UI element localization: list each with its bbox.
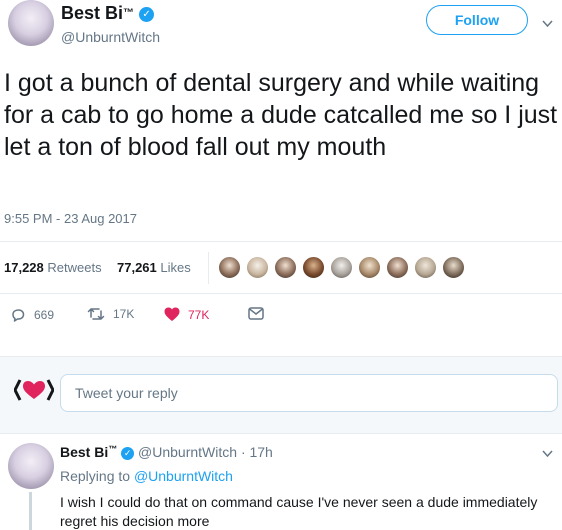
- reply-input-placeholder: Tweet your reply: [75, 385, 178, 401]
- stats-separator: [208, 252, 209, 284]
- liker-avatar[interactable]: [218, 256, 241, 279]
- replying-to-prefix: Replying to: [60, 468, 131, 484]
- divider: [0, 241, 562, 242]
- reply-icon: [10, 307, 26, 323]
- reply-author-handle[interactable]: @UnburntWitch: [138, 444, 237, 460]
- chevron-down-icon[interactable]: [541, 17, 554, 30]
- envelope-icon: [248, 307, 264, 320]
- heart-icon: [164, 307, 180, 322]
- chevron-down-icon[interactable]: [541, 447, 554, 460]
- liker-avatar[interactable]: [358, 256, 381, 279]
- reply-author-name[interactable]: Best Bi: [60, 444, 108, 460]
- liker-avatar[interactable]: [274, 256, 297, 279]
- author-display-name[interactable]: Best Bi: [61, 3, 123, 23]
- replying-to-handle[interactable]: @UnburntWitch: [134, 468, 233, 484]
- retweets-count: 17,228: [4, 260, 44, 275]
- trademark-symbol: ™: [123, 7, 135, 19]
- follow-button[interactable]: Follow: [426, 5, 528, 35]
- liker-avatar[interactable]: [386, 256, 409, 279]
- reply-author-avatar[interactable]: [8, 443, 54, 489]
- reply-text-line: I wish I could do that on command cause …: [60, 494, 538, 510]
- liker-avatar[interactable]: [246, 256, 269, 279]
- direct-message-button[interactable]: [248, 307, 264, 320]
- reply-text-line: regret his decision more: [60, 513, 210, 529]
- author-avatar[interactable]: [8, 0, 54, 46]
- like-action-button[interactable]: 77K: [164, 307, 209, 322]
- like-count: 77K: [188, 307, 210, 322]
- verified-badge-icon: ✓: [121, 446, 135, 460]
- reply-count: 669: [34, 308, 55, 322]
- likes-stat[interactable]: 77,261 Likes: [117, 260, 191, 275]
- author-handle[interactable]: @UnburntWitch: [61, 29, 160, 45]
- tweet-timestamp[interactable]: 9:55 PM - 23 Aug 2017: [4, 211, 137, 226]
- retweet-count: 17K: [113, 307, 135, 321]
- divider: [0, 293, 562, 294]
- likes-count: 77,261: [117, 260, 157, 275]
- verified-badge-icon: ✓: [139, 6, 155, 22]
- retweets-label: Retweets: [47, 260, 102, 275]
- user-avatar: [14, 378, 54, 402]
- replying-to-line: Replying to @UnburntWitch: [60, 468, 233, 484]
- retweets-stat[interactable]: 17,228 Retweets: [4, 260, 102, 275]
- liker-avatar[interactable]: [302, 256, 325, 279]
- retweet-action-button[interactable]: 17K: [87, 307, 134, 321]
- likes-label: Likes: [160, 260, 191, 275]
- tweet-text: I got a bunch of dental surgery and whil…: [4, 69, 558, 161]
- reply-thread-line: [29, 492, 32, 530]
- reply-action-button[interactable]: 669: [10, 307, 54, 323]
- reply-input[interactable]: Tweet your reply: [60, 374, 558, 412]
- liker-avatar[interactable]: [414, 256, 437, 279]
- reply-trademark: ™: [108, 444, 118, 454]
- reply-header-row: Best Bi™ ✓ @UnburntWitch · 17h: [60, 444, 273, 460]
- reply-time[interactable]: · 17h: [241, 444, 273, 460]
- follow-label: Follow: [454, 12, 500, 28]
- retweet-icon: [87, 307, 105, 321]
- liker-avatar[interactable]: [442, 256, 465, 279]
- author-name-row: Best Bi™ ✓: [61, 2, 155, 24]
- liker-avatar[interactable]: [330, 256, 353, 279]
